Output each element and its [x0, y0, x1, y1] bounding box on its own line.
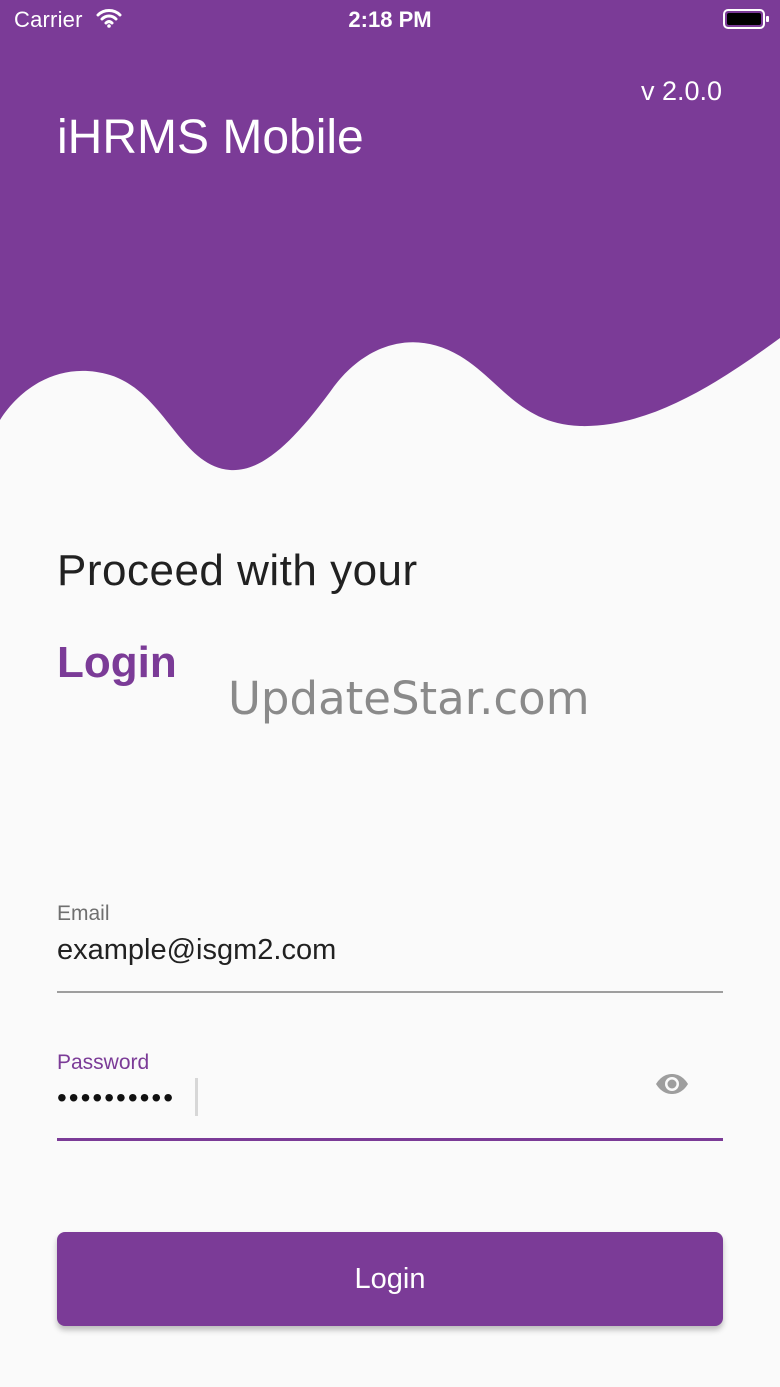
- password-label: Password: [57, 1051, 150, 1074]
- email-field-group: Email: [57, 902, 723, 993]
- header-wave-background: [0, 0, 780, 471]
- app-title: iHRMS Mobile: [57, 111, 364, 164]
- password-field[interactable]: [57, 1077, 195, 1119]
- text-cursor: [195, 1078, 198, 1116]
- password-field-group: Password: [57, 1051, 723, 1141]
- email-field[interactable]: [57, 929, 647, 971]
- email-label: Email: [57, 902, 110, 925]
- password-visibility-button[interactable]: [653, 1068, 691, 1100]
- proceed-prompt: Proceed with your: [57, 546, 418, 595]
- status-bar: Carrier 2:18 PM: [0, 0, 780, 40]
- eye-icon[interactable]: [654, 1072, 690, 1096]
- battery-icon: [723, 9, 769, 29]
- app-version: v 2.0.0: [640, 76, 722, 106]
- watermark-text: UpdateStar.com: [228, 672, 590, 725]
- login-screen: Carrier 2:18 PM v 2.0.0 iHRMS Mobile Pro…: [0, 0, 780, 1387]
- login-heading: Login: [57, 638, 177, 687]
- status-time: 2:18 PM: [348, 7, 432, 32]
- login-button[interactable]: Login: [57, 1232, 723, 1326]
